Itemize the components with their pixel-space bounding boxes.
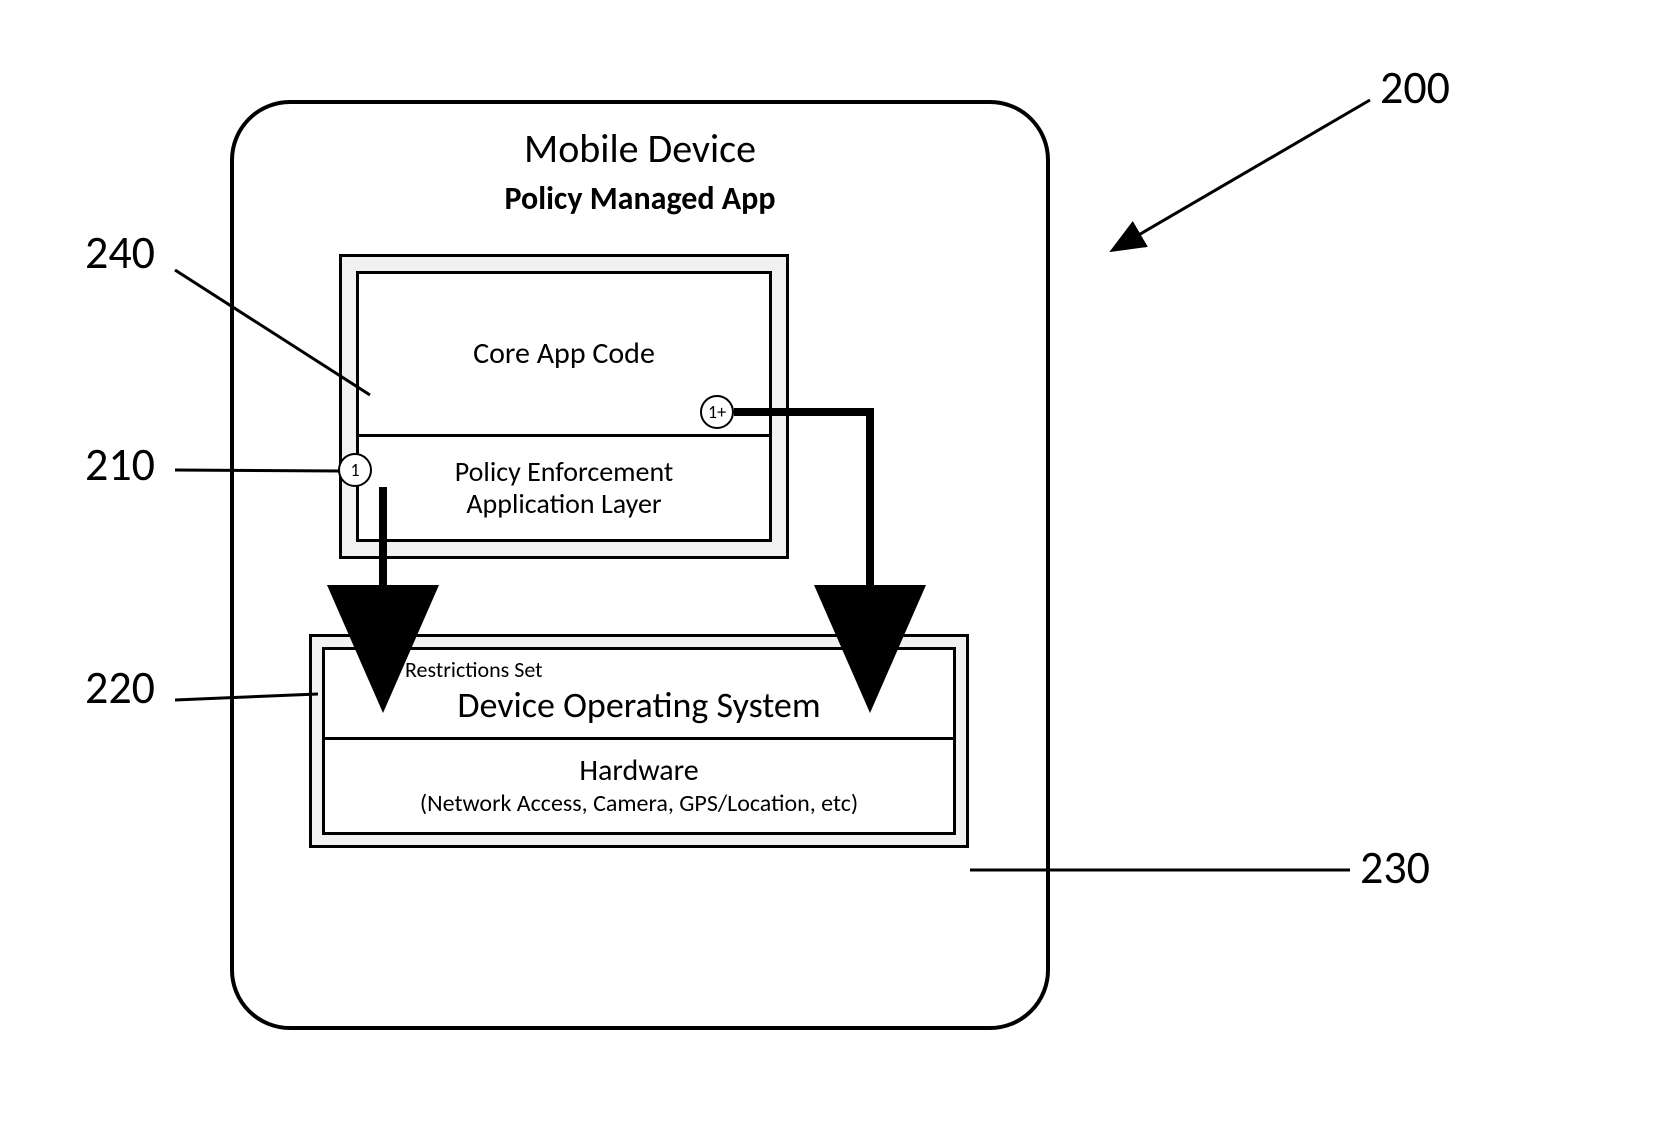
ref-210-label: 210 (85, 437, 155, 493)
restrictions-set-label: Restrictions Set (335, 656, 943, 683)
device-os-box: Restrictions Set Device Operating System (322, 647, 956, 737)
ref-230-label: 230 (1360, 840, 1430, 896)
ref-200-label: 200 (1380, 60, 1450, 116)
badge-one: 1 (338, 453, 372, 487)
core-app-code-label: Core App Code (473, 335, 655, 372)
ref-220-label: 220 (85, 660, 155, 716)
bottom-stack-box: Restrictions Set Device Operating System… (309, 634, 969, 848)
policy-enforcement-layer-box: Policy Enforcement Application Layer (356, 434, 772, 542)
policy-managed-app-title: Policy Managed App (234, 179, 1046, 218)
badge-one-plus-label: 1+ (708, 401, 726, 423)
mobile-device-title: Mobile Device (234, 124, 1046, 173)
hardware-title: Hardware (335, 752, 943, 789)
ref-240-label: 240 (85, 225, 155, 281)
mobile-device-box: Mobile Device Policy Managed App Core Ap… (230, 100, 1050, 1030)
hardware-sub: (Network Access, Camera, GPS/Location, e… (335, 789, 943, 818)
policy-enforcement-layer-label: Policy Enforcement Application Layer (455, 456, 674, 520)
device-os-title: Device Operating System (335, 683, 943, 727)
badge-one-label: 1 (350, 459, 359, 481)
badge-one-plus: 1+ (700, 395, 734, 429)
lead-line-200 (1130, 100, 1370, 240)
hardware-box: Hardware (Network Access, Camera, GPS/Lo… (322, 737, 956, 835)
